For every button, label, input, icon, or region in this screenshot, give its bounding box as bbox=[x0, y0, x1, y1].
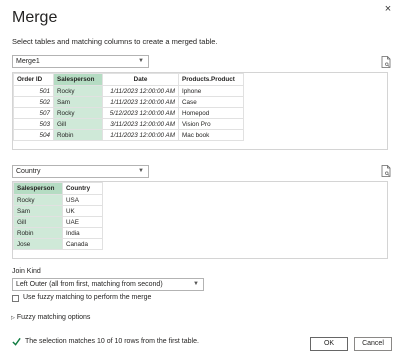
first-table-preview: Order ID Salesperson Date Products.Produ… bbox=[12, 72, 388, 150]
column-header-selected[interactable]: Salesperson bbox=[53, 73, 103, 86]
first-table-select[interactable]: Merge1 ▼ bbox=[12, 55, 149, 68]
table-cell: Mac book bbox=[178, 129, 244, 141]
table-cell: Rocky bbox=[53, 85, 103, 97]
second-table-grid: Salesperson Country Rocky USA Sam UK Gil… bbox=[13, 182, 103, 250]
table-header-row: Order ID Salesperson Date Products.Produ… bbox=[13, 73, 244, 86]
table-cell: 5/12/2023 12:00:00 AM bbox=[102, 107, 179, 119]
cancel-button[interactable]: Cancel bbox=[354, 337, 392, 351]
table-cell: Vision Pro bbox=[178, 118, 244, 130]
table-row: 507 Rocky 5/12/2023 12:00:00 AM Homepod bbox=[13, 107, 244, 119]
table-cell: Gill bbox=[13, 216, 63, 228]
join-kind-select[interactable]: Left Outer (all from first, matching fro… bbox=[12, 278, 204, 291]
table-row: Jose Canada bbox=[13, 238, 103, 250]
second-table-select-value: Country bbox=[16, 168, 41, 175]
file-preview-icon[interactable] bbox=[381, 165, 391, 177]
status-message: The selection matches 10 of 10 rows from… bbox=[25, 338, 199, 345]
table-cell: 1/11/2023 12:00:00 AM bbox=[102, 96, 179, 108]
table-cell: 504 bbox=[13, 129, 54, 141]
fuzzy-matching-checkbox[interactable] bbox=[12, 295, 19, 302]
first-table-grid: Order ID Salesperson Date Products.Produ… bbox=[13, 73, 244, 141]
table-cell: Canada bbox=[62, 238, 103, 250]
table-cell: 501 bbox=[13, 85, 54, 97]
dialog-subtitle: Select tables and matching columns to cr… bbox=[12, 37, 218, 46]
table-cell: Rocky bbox=[53, 107, 103, 119]
dialog-title: Merge bbox=[12, 9, 58, 26]
table-cell: UK bbox=[62, 205, 103, 217]
table-cell: 3/11/2023 12:00:00 AM bbox=[102, 118, 179, 130]
table-header-row: Salesperson Country bbox=[13, 182, 103, 195]
table-row: Gill UAE bbox=[13, 216, 103, 228]
fuzzy-options-expander[interactable]: ▷ Fuzzy matching options bbox=[11, 314, 90, 321]
table-cell: Sam bbox=[13, 205, 63, 217]
second-table-select[interactable]: Country ▼ bbox=[12, 165, 149, 178]
table-row: 501 Rocky 1/11/2023 12:00:00 AM Iphone bbox=[13, 85, 244, 97]
fuzzy-options-label: Fuzzy matching options bbox=[16, 314, 91, 321]
chevron-down-icon: ▼ bbox=[138, 168, 144, 174]
table-row: 504 Robin 1/11/2023 12:00:00 AM Mac book bbox=[13, 129, 244, 141]
table-cell: India bbox=[62, 227, 103, 239]
table-cell: Homepod bbox=[178, 107, 244, 119]
table-cell: UAE bbox=[62, 216, 103, 228]
fuzzy-matching-checkbox-label[interactable]: Use fuzzy matching to perform the merge bbox=[23, 294, 151, 301]
table-row: 502 Sam 1/11/2023 12:00:00 AM Case bbox=[13, 96, 244, 108]
table-cell: Jose bbox=[13, 238, 63, 250]
table-row: 503 Gill 3/11/2023 12:00:00 AM Vision Pr… bbox=[13, 118, 244, 130]
table-cell: Robin bbox=[13, 227, 63, 239]
table-cell: USA bbox=[62, 194, 103, 206]
table-cell: Robin bbox=[53, 129, 103, 141]
first-table-select-value: Merge1 bbox=[16, 58, 40, 65]
table-cell: 1/11/2023 12:00:00 AM bbox=[102, 85, 179, 97]
table-cell: 1/11/2023 12:00:00 AM bbox=[102, 129, 179, 141]
column-header[interactable]: Order ID bbox=[13, 73, 54, 86]
table-row: Rocky USA bbox=[13, 194, 103, 206]
join-kind-label: Join Kind bbox=[12, 268, 41, 275]
table-cell: Sam bbox=[53, 96, 103, 108]
table-cell: 507 bbox=[13, 107, 54, 119]
chevron-down-icon: ▼ bbox=[193, 281, 199, 287]
check-icon bbox=[12, 337, 21, 346]
chevron-down-icon: ▼ bbox=[138, 58, 144, 64]
table-row: Robin India bbox=[13, 227, 103, 239]
chevron-right-icon: ▷ bbox=[11, 315, 15, 321]
close-icon[interactable]: × bbox=[382, 3, 394, 15]
ok-button[interactable]: OK bbox=[310, 337, 348, 351]
table-cell: 502 bbox=[13, 96, 54, 108]
table-cell: Iphone bbox=[178, 85, 244, 97]
column-header[interactable]: Products.Product bbox=[178, 73, 244, 86]
table-cell: Case bbox=[178, 96, 244, 108]
column-header[interactable]: Date bbox=[102, 73, 179, 86]
table-cell: 503 bbox=[13, 118, 54, 130]
merge-dialog: × Merge Select tables and matching colum… bbox=[0, 0, 400, 362]
table-cell: Rocky bbox=[13, 194, 63, 206]
second-table-preview: Salesperson Country Rocky USA Sam UK Gil… bbox=[12, 181, 388, 259]
table-row: Sam UK bbox=[13, 205, 103, 217]
join-kind-select-value: Left Outer (all from first, matching fro… bbox=[16, 281, 163, 288]
file-preview-icon[interactable] bbox=[381, 56, 391, 68]
table-cell: Gill bbox=[53, 118, 103, 130]
column-header-selected[interactable]: Salesperson bbox=[13, 182, 63, 195]
column-header[interactable]: Country bbox=[62, 182, 103, 195]
